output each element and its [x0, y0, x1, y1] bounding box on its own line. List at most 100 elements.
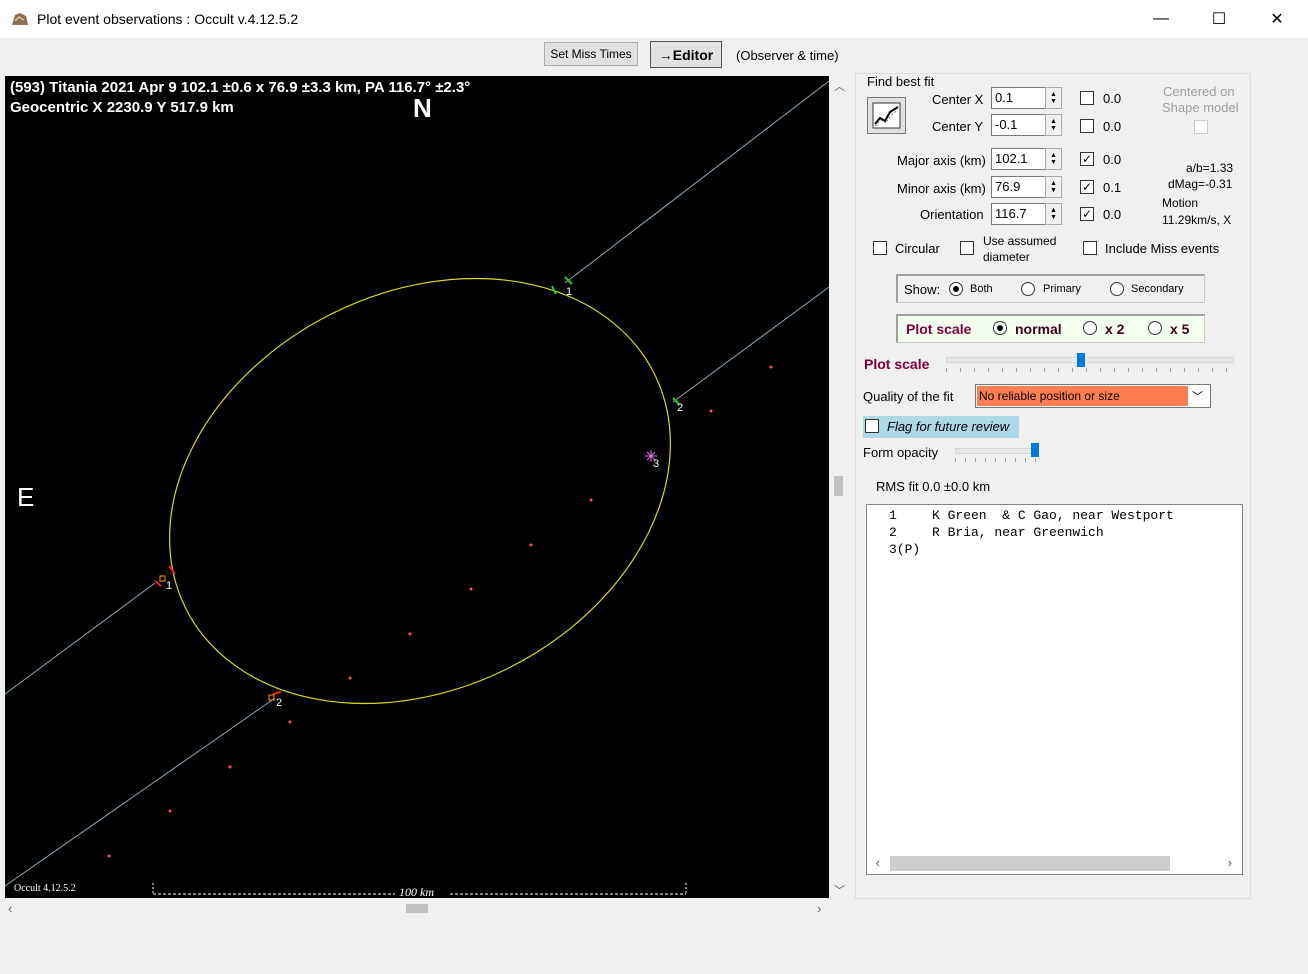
- event-marker-orange-1: [159, 575, 166, 582]
- maximize-button[interactable]: ☐: [1190, 0, 1248, 38]
- observer-time-label: (Observer & time): [736, 48, 839, 63]
- major-axis-input[interactable]: 102.1: [991, 148, 1046, 170]
- show-primary-radio[interactable]: [1021, 282, 1035, 296]
- orientation-checkbox[interactable]: ✓: [1080, 207, 1094, 221]
- plot-vscrollbar[interactable]: ︿ ﹀: [830, 76, 847, 898]
- plot-hscrollbar[interactable]: ‹ ›: [5, 899, 829, 918]
- event-marker-red-1b: [154, 580, 162, 587]
- center-y-label: Center Y: [932, 119, 984, 134]
- scale-normal-radio[interactable]: [993, 321, 1007, 335]
- shape-model-label: Shape model: [1162, 100, 1239, 115]
- scroll-down-arrow[interactable]: ﹀: [834, 882, 845, 898]
- flag-checkbox[interactable]: [865, 419, 879, 433]
- motion-value: 11.29km/s, X: [1162, 213, 1232, 227]
- app-icon: [12, 13, 28, 25]
- minor-axis-checkbox[interactable]: ✓: [1080, 180, 1094, 194]
- fit-button[interactable]: [867, 97, 906, 134]
- orientation-spinner[interactable]: ▲ ▼: [1045, 203, 1062, 225]
- circular-checkbox[interactable]: [873, 241, 887, 255]
- list-scroll-left-arrow[interactable]: ‹: [874, 856, 882, 871]
- north-label: N: [413, 93, 432, 123]
- chevron-down-icon[interactable]: ﹀: [1192, 388, 1203, 404]
- set-miss-times-button[interactable]: Set Miss Times: [544, 42, 638, 66]
- asteroid-ellipse: [168, 277, 672, 705]
- chord-label-1-lower: 1: [166, 580, 173, 592]
- form-opacity-thumb[interactable]: [1031, 443, 1039, 457]
- list-hscroll-thumb[interactable]: [890, 856, 1170, 871]
- plot-area[interactable]: (593) Titania 2021 Apr 9 102.1 ±0.6 x 76…: [5, 76, 829, 898]
- scale-x5-radio[interactable]: [1148, 321, 1162, 335]
- quality-selected-value: No reliable position or size: [977, 386, 1188, 406]
- center-y-input[interactable]: -0.1: [991, 114, 1046, 136]
- plot-scale-group-label: Plot scale: [906, 321, 972, 337]
- path-dot: [589, 498, 593, 502]
- scale-normal-label: normal: [1015, 321, 1062, 337]
- find-best-fit-label: Find best fit: [867, 74, 935, 89]
- path-dot: [769, 365, 773, 369]
- plot-scale-slider-thumb[interactable]: [1077, 353, 1085, 367]
- window-title: Plot event observations : Occult v.4.12.…: [37, 11, 299, 27]
- show-both-radio[interactable]: [949, 282, 963, 296]
- chord-line-2-upper: [672, 286, 829, 403]
- center-y-spinner[interactable]: ▲ ▼: [1045, 114, 1062, 136]
- path-dot: [529, 543, 533, 547]
- close-button[interactable]: ✕: [1248, 0, 1306, 38]
- quality-select[interactable]: No reliable position or size ﹀: [975, 384, 1211, 408]
- scale-bar-label: 100 km: [399, 885, 434, 898]
- major-axis-checkbox[interactable]: ✓: [1080, 152, 1094, 166]
- plot-header-line2: Geocentric X 2230.9 Y 517.9 km: [10, 99, 234, 116]
- center-x-spinner[interactable]: ▲ ▼: [1045, 87, 1062, 109]
- hscroll-thumb[interactable]: [406, 904, 428, 913]
- plot-scale-slider[interactable]: [946, 357, 1234, 363]
- minor-axis-spinner[interactable]: ▲ ▼: [1045, 176, 1062, 198]
- plot-scale-ticks: [946, 368, 1232, 372]
- minimize-button[interactable]: —: [1132, 0, 1190, 38]
- path-dot: [228, 765, 232, 769]
- scale-x2-radio[interactable]: [1083, 321, 1097, 335]
- observer-name: K Green & C Gao, near Westport: [932, 508, 1174, 523]
- show-primary-label: Primary: [1043, 283, 1081, 295]
- orientation-check-value: 0.0: [1103, 207, 1122, 222]
- observer-num: 1: [889, 508, 897, 523]
- editor-button[interactable]: →Editor: [650, 41, 722, 68]
- major-axis-spinner[interactable]: ▲ ▼: [1045, 148, 1062, 170]
- include-miss-checkbox[interactable]: [1083, 241, 1097, 255]
- minor-axis-input[interactable]: 76.9: [991, 176, 1046, 198]
- chord-label-2-lower: 2: [276, 697, 283, 709]
- scroll-right-arrow[interactable]: ›: [817, 901, 821, 916]
- east-label: E: [17, 482, 35, 512]
- centered-on-label: Centered on: [1163, 84, 1235, 99]
- scroll-left-arrow[interactable]: ‹: [8, 901, 12, 916]
- rms-fit: RMS fit 0.0 ±0.0 km: [876, 479, 991, 494]
- path-dot: [348, 676, 352, 680]
- center-x-input[interactable]: 0.1: [991, 87, 1046, 109]
- use-assumed-label-2: diameter: [983, 250, 1030, 264]
- center-x-checkbox[interactable]: [1080, 91, 1094, 105]
- list-scroll-right-arrow[interactable]: ›: [1226, 856, 1234, 871]
- dmag-value: dMag=-0.31: [1168, 177, 1233, 191]
- chord-line-1-lower: [5, 582, 156, 695]
- observers-list[interactable]: 1 K Green & C Gao, near Westport 2 R Bri…: [866, 504, 1243, 875]
- quality-label: Quality of the fit: [863, 389, 954, 404]
- circular-label: Circular: [895, 241, 940, 256]
- plot-header-line1: (593) Titania 2021 Apr 9 102.1 ±0.6 x 76…: [10, 79, 471, 96]
- path-dot: [408, 632, 412, 636]
- use-assumed-checkbox[interactable]: [960, 241, 974, 255]
- plot-svg: [5, 80, 829, 895]
- plot-scale-slider-label: Plot scale: [864, 356, 930, 372]
- show-secondary-radio[interactable]: [1110, 282, 1124, 296]
- chord-label-2: 2: [677, 402, 684, 414]
- chord-line-2-lower: [5, 697, 276, 887]
- vscroll-thumb[interactable]: [834, 476, 843, 496]
- observer-name: R Bria, near Greenwich: [932, 525, 1104, 540]
- orientation-input[interactable]: 116.7: [991, 203, 1046, 225]
- center-y-checkbox[interactable]: [1080, 119, 1094, 133]
- flag-label: Flag for future review: [887, 419, 1010, 434]
- show-secondary-label: Secondary: [1131, 283, 1184, 295]
- scroll-up-arrow[interactable]: ︿: [834, 78, 845, 94]
- motion-label: Motion: [1162, 196, 1199, 210]
- minor-axis-label: Minor axis (km): [897, 181, 986, 196]
- shape-model-checkbox[interactable]: [1194, 120, 1208, 134]
- form-opacity-label: Form opacity: [863, 445, 939, 460]
- form-opacity-slider[interactable]: [955, 448, 1039, 454]
